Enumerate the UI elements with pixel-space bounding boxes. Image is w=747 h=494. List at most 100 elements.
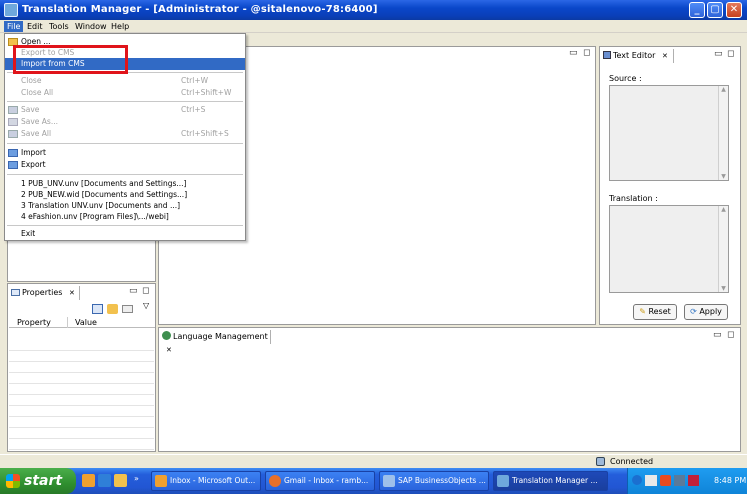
tray-security-icon[interactable]	[660, 475, 671, 486]
quicklaunch-outlook-icon[interactable]	[82, 474, 95, 487]
menu-bar: File Edit Tools Window Help	[0, 20, 747, 33]
app-icon	[4, 3, 18, 17]
clock[interactable]: 8:48 PM	[714, 476, 746, 485]
advanced-icon[interactable]	[122, 305, 133, 313]
title-bar[interactable]: Translation Manager - [Administrator - @…	[0, 0, 747, 20]
tray-vb-icon[interactable]	[645, 475, 657, 486]
text-editor-minimize-icon[interactable]: ▭	[714, 49, 723, 59]
outlook-icon	[155, 475, 167, 487]
menu-window[interactable]: Window	[72, 21, 110, 32]
quicklaunch-expand-icon[interactable]: »	[134, 474, 139, 483]
menu-help[interactable]: Help	[108, 21, 132, 32]
language-management-tab[interactable]: Language Management ✕	[159, 330, 271, 354]
taskbar-item-sap[interactable]: SAP BusinessObjects ...	[379, 471, 489, 491]
table-row	[9, 428, 154, 439]
text-editor-view: Text Editor ✕ ▭ ◻ Source : ▲ ▼ Translati…	[599, 46, 741, 325]
menu-item-close[interactable]: Close Ctrl+W	[5, 75, 245, 87]
menu-item-import[interactable]: Import	[5, 147, 245, 159]
table-row	[9, 406, 154, 417]
language-icon	[162, 331, 171, 340]
filter-icon[interactable]	[107, 304, 118, 314]
windows-logo-icon	[6, 474, 20, 488]
menu-separator	[7, 225, 243, 226]
properties-tab[interactable]: Properties ✕	[8, 286, 80, 300]
properties-table-header: Property Value	[9, 317, 155, 328]
language-management-tab-label: Language Management	[173, 332, 268, 341]
editor-minimize-icon[interactable]: ▭	[569, 48, 578, 58]
save-all-icon	[8, 130, 18, 138]
menu-item-save[interactable]: Save Ctrl+S	[5, 104, 245, 116]
quicklaunch-folder-icon[interactable]	[114, 474, 127, 487]
close-tab-icon[interactable]: ✕	[662, 52, 668, 60]
source-text-area[interactable]: ▲ ▼	[609, 85, 729, 181]
start-button[interactable]: start	[0, 468, 76, 494]
table-row	[9, 439, 154, 450]
editor-maximize-icon[interactable]: ◻	[583, 48, 590, 58]
menu-item-close-all[interactable]: Close All Ctrl+Shift+W	[5, 87, 245, 99]
sap-icon	[383, 475, 395, 487]
text-editor-icon	[603, 51, 611, 59]
menu-item-exit[interactable]: Exit	[5, 228, 245, 240]
language-minimize-icon[interactable]: ▭	[713, 330, 722, 340]
text-editor-maximize-icon[interactable]: ◻	[727, 49, 734, 59]
highlight-box	[13, 45, 128, 74]
col-property: Property	[17, 318, 51, 327]
categories-icon[interactable]	[92, 304, 103, 314]
menu-separator	[7, 174, 243, 175]
menu-tools[interactable]: Tools	[46, 21, 72, 32]
reset-icon: ✎	[639, 307, 646, 316]
tray-network-icon[interactable]	[674, 475, 685, 486]
quicklaunch-ie-icon[interactable]	[98, 474, 111, 487]
system-tray: 8:48 PM	[627, 468, 747, 494]
language-maximize-icon[interactable]: ◻	[727, 330, 734, 340]
text-editor-tab-label: Text Editor	[613, 51, 656, 60]
menu-item-recent-4[interactable]: 4 eFashion.unv [Program Files]\.../webi]	[5, 211, 245, 223]
translation-scrollbar[interactable]: ▲ ▼	[718, 206, 728, 292]
menu-item-save-as[interactable]: Save As...	[5, 116, 245, 128]
tray-antivirus-icon[interactable]	[688, 475, 699, 486]
translation-manager-icon	[497, 475, 509, 487]
tray-back-icon[interactable]	[632, 475, 642, 485]
view-menu-chevron-down-icon[interactable]: ▽	[143, 301, 149, 310]
connection-icon	[596, 457, 605, 466]
table-row	[9, 340, 154, 351]
menu-item-save-all[interactable]: Save All Ctrl+Shift+S	[5, 128, 245, 140]
table-row	[9, 362, 154, 373]
apply-button[interactable]: ⟳ Apply	[684, 304, 728, 320]
connection-status: Connected	[610, 457, 654, 466]
translation-text-area[interactable]: ▲ ▼	[609, 205, 729, 293]
text-editor-tab[interactable]: Text Editor ✕	[600, 49, 674, 63]
table-row	[9, 395, 154, 406]
close-tab-icon[interactable]: ✕	[166, 346, 172, 354]
properties-tab-label: Properties	[22, 288, 63, 297]
language-management-view: Language Management ✕ ▭ ◻	[158, 327, 741, 452]
col-value: Value	[75, 318, 97, 327]
table-row	[9, 351, 154, 362]
taskbar-item-outlook[interactable]: Inbox - Microsoft Out...	[151, 471, 261, 491]
properties-icon	[11, 289, 20, 296]
reset-button[interactable]: ✎ Reset	[633, 304, 677, 320]
menu-edit[interactable]: Edit	[24, 21, 46, 32]
save-as-icon	[8, 118, 18, 126]
apply-icon: ⟳	[690, 307, 697, 316]
save-icon	[8, 106, 18, 114]
close-window-button[interactable]: ✕	[726, 2, 742, 18]
source-label: Source :	[609, 74, 642, 83]
status-bar: Connected	[0, 454, 747, 468]
maximize-button[interactable]: ▢	[707, 2, 723, 18]
minimize-button[interactable]: _	[689, 2, 705, 18]
menu-separator	[7, 101, 243, 102]
window-title: Translation Manager - [Administrator - @…	[22, 4, 378, 15]
menu-separator	[7, 143, 243, 144]
menu-file[interactable]: File	[4, 21, 24, 32]
source-scrollbar[interactable]: ▲ ▼	[718, 86, 728, 180]
taskbar-item-gmail[interactable]: Gmail - Inbox - ramb...	[265, 471, 375, 491]
properties-maximize-icon[interactable]: ◻	[142, 286, 149, 296]
export-icon	[8, 161, 18, 169]
firefox-icon	[269, 475, 281, 487]
menu-item-export[interactable]: Export	[5, 159, 245, 171]
close-tab-icon[interactable]: ✕	[69, 289, 75, 297]
taskbar-item-translation-manager[interactable]: Translation Manager ...	[493, 471, 608, 491]
taskbar: start » Inbox - Microsoft Out... Gmail -…	[0, 468, 747, 494]
properties-minimize-icon[interactable]: ▭	[129, 286, 138, 296]
